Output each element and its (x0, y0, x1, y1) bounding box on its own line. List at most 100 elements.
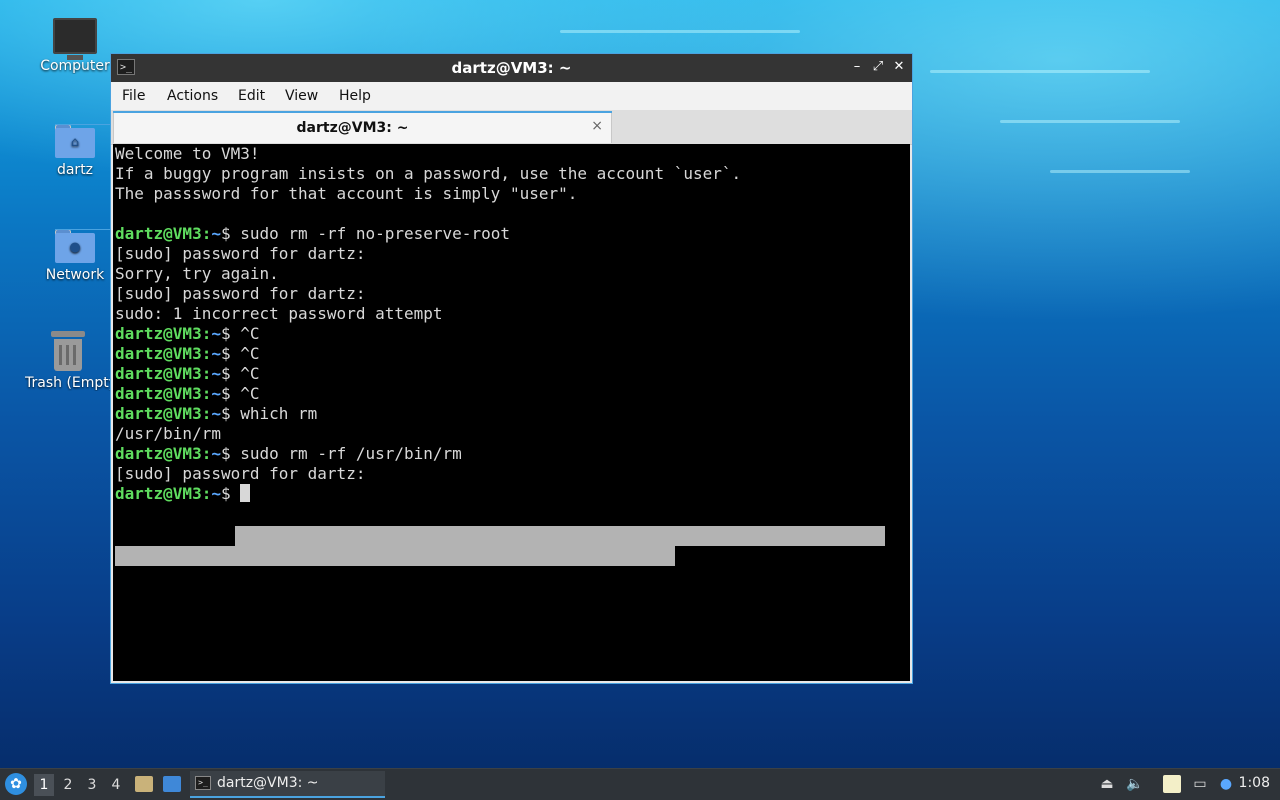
desktop-icon-label: Computer (40, 58, 110, 74)
command-text: sudo rm -rf /usr/bin/rm (240, 444, 462, 463)
volume-icon[interactable]: 🔈 (1126, 775, 1144, 793)
task-button-terminal[interactable]: >_ dartz@VM3: ~ (190, 771, 385, 798)
terminal-cursor (240, 484, 251, 502)
trash-icon (51, 331, 85, 371)
computer-icon (53, 18, 97, 60)
command-text: sudo rm -rf no-preserve-root (240, 224, 510, 243)
prompt-user: dartz@VM3 (115, 364, 202, 383)
prompt-dollar: $ (220, 444, 241, 463)
terminal-output[interactable]: dartz@VM3:~$ [sudo] password for dartz: d… (113, 144, 910, 681)
terminal-output-line: Sorry, try again. (115, 264, 279, 283)
menu-edit[interactable]: Edit (238, 88, 265, 104)
wallpaper-streak (930, 70, 1150, 73)
desktop-icon-label: Network (45, 267, 105, 283)
terminal-output-line: Welcome to VM3! (115, 144, 260, 163)
desktop-icon-label: dartz (56, 162, 94, 178)
prompt-separator: : (201, 484, 212, 503)
command-text: which rm (240, 404, 318, 423)
desktop-icon-trash[interactable]: Trash (Empty) (25, 331, 111, 391)
task-button-label: dartz@VM3: ~ (217, 775, 319, 791)
network-folder-icon: ● (55, 229, 125, 263)
menu-help[interactable]: Help (339, 88, 371, 104)
terminal-output-line: [sudo] password for dartz: (115, 284, 366, 303)
terminal-output-line: [sudo] password for dartz: (115, 464, 366, 483)
terminal-icon: >_ (195, 776, 211, 790)
taskbar: ✿ 1 2 3 4 >_ dartz@VM3: ~ ⏏ 🔈 ▭ ● 1:08 (0, 768, 1280, 800)
terminal-prompt-line: dartz@VM3:~$ ^C (115, 324, 260, 344)
terminal-output-line: If a buggy program insists on a password… (115, 164, 742, 183)
prompt-user: dartz@VM3 (115, 324, 202, 343)
window-title: dartz@VM3: ~ (451, 59, 572, 77)
workspace-4[interactable]: 4 (106, 774, 126, 796)
terminal-prompt-line: dartz@VM3:~$ ^C (115, 384, 260, 404)
redaction-bar (115, 546, 675, 566)
terminal-prompt-line: dartz@VM3:~$ ^C (115, 344, 260, 364)
workspace-2[interactable]: 2 (58, 774, 78, 796)
prompt-path: ~ (211, 324, 221, 343)
terminal-prompt-line: dartz@VM3:~$ ^C (115, 364, 260, 384)
prompt-dollar: $ (220, 324, 241, 343)
prompt-dollar: $ (220, 344, 241, 363)
prompt-path: ~ (211, 384, 221, 403)
prompt-path: ~ (211, 404, 221, 423)
prompt-separator: : (201, 364, 212, 383)
terminal-prompt-line: dartz@VM3:~$ sudo rm -rf /usr/bin/rm (115, 444, 462, 464)
prompt-user: dartz@VM3 (115, 404, 202, 423)
clipboard-icon[interactable] (1163, 775, 1181, 793)
tab-terminal[interactable]: dartz@VM3: ~ × (113, 111, 612, 143)
menu-bar: File Actions Edit View Help (111, 82, 912, 110)
eject-icon[interactable]: ⏏ (1098, 775, 1116, 793)
prompt-user: dartz@VM3 (115, 484, 202, 503)
wallpaper-streak (560, 30, 800, 33)
prompt-dollar: $ (220, 224, 241, 243)
wallpaper-streak (1050, 170, 1190, 173)
prompt-separator: : (201, 324, 212, 343)
workspace-3[interactable]: 3 (82, 774, 102, 796)
terminal-output-line: /usr/bin/rm (115, 424, 221, 443)
file-manager-icon[interactable] (135, 776, 153, 792)
maximize-button[interactable]: ⤢ (869, 58, 887, 76)
start-menu-icon[interactable]: ✿ (5, 773, 27, 795)
tab-label: dartz@VM3: ~ (296, 120, 409, 136)
home-folder-icon: ⌂ (55, 124, 125, 158)
wallpaper-streak (1000, 120, 1180, 123)
command-text: ^C (240, 324, 260, 343)
terminal-output-line: The passsword for that account is simply… (115, 184, 578, 203)
terminal-output-line: sudo: 1 incorrect password attempt (115, 304, 443, 323)
menu-file[interactable]: File (122, 88, 145, 104)
prompt-path: ~ (211, 364, 221, 383)
desktop-icon-label: Trash (Empty) (25, 375, 111, 391)
minimize-button[interactable]: – (848, 58, 866, 76)
close-button[interactable]: ✕ (890, 58, 908, 76)
prompt-dollar: $ (220, 404, 241, 423)
prompt-user: dartz@VM3 (115, 224, 202, 243)
network-icon[interactable]: ▭ (1191, 775, 1209, 793)
prompt-user: dartz@VM3 (115, 384, 202, 403)
prompt-dollar: $ (220, 484, 241, 503)
prompt-user: dartz@VM3 (115, 444, 202, 463)
redaction-bar (235, 526, 885, 546)
command-text: ^C (240, 344, 260, 363)
prompt-user: dartz@VM3 (115, 344, 202, 363)
prompt-separator: : (201, 224, 212, 243)
prompt-path: ~ (211, 444, 221, 463)
prompt-path: ~ (211, 224, 221, 243)
terminal-output-line: [sudo] password for dartz: (115, 244, 366, 263)
command-text: ^C (240, 384, 260, 403)
prompt-path: ~ (211, 484, 221, 503)
menu-actions[interactable]: Actions (167, 88, 218, 104)
prompt-separator: : (201, 344, 212, 363)
tab-close-icon[interactable]: × (591, 118, 603, 134)
terminal-prompt-line: dartz@VM3:~$ (115, 484, 251, 504)
prompt-separator: : (201, 384, 212, 403)
show-desktop-icon[interactable] (163, 776, 181, 792)
prompt-separator: : (201, 404, 212, 423)
prompt-dollar: $ (220, 384, 241, 403)
workspace-1[interactable]: 1 (34, 774, 54, 796)
prompt-path: ~ (211, 344, 221, 363)
prompt-dollar: $ (220, 364, 241, 383)
window-titlebar[interactable]: >_ dartz@VM3: ~ – ⤢ ✕ (111, 54, 912, 82)
notification-icon[interactable]: ● (1217, 775, 1235, 793)
command-text: ^C (240, 364, 260, 383)
menu-view[interactable]: View (285, 88, 318, 104)
